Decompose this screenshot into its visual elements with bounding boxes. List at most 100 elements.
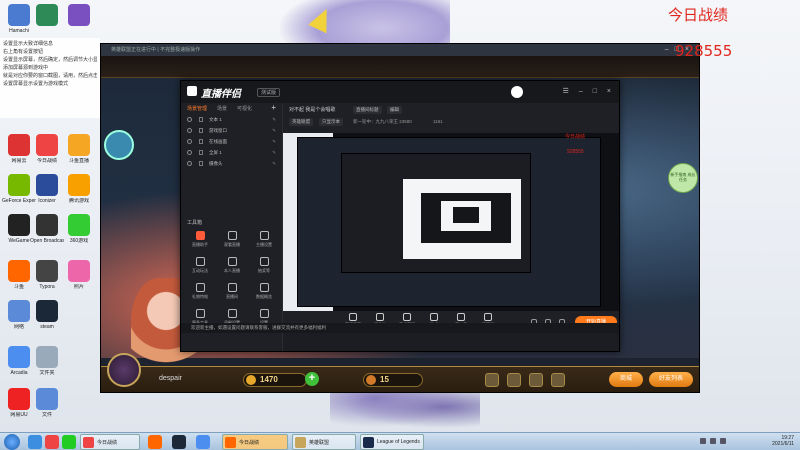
- lock-icon[interactable]: [199, 128, 203, 133]
- tool-button[interactable]: 观看直播: [217, 231, 247, 255]
- tool-icon: [349, 313, 357, 321]
- desktop-icon[interactable]: steam: [30, 300, 64, 330]
- desktop-icon[interactable]: Open Broadcaster: [30, 214, 64, 244]
- desktop-icon[interactable]: 今日战绩: [30, 134, 64, 164]
- tool-button[interactable]: 本人直播: [217, 257, 247, 281]
- volume-icon[interactable]: [720, 438, 726, 444]
- tool-button[interactable]: 直播间: [217, 283, 247, 307]
- chat-icon[interactable]: [62, 435, 76, 449]
- desktop-icon[interactable]: [30, 4, 64, 28]
- start-button[interactable]: [4, 434, 20, 450]
- steam-icon[interactable]: [172, 435, 186, 449]
- edit-icon[interactable]: ✎: [272, 128, 276, 134]
- visibility-tag[interactable]: 只显示本: [319, 118, 343, 126]
- desktop-icon-label: 360游戏: [69, 238, 89, 244]
- desktop-icon[interactable]: [62, 4, 96, 28]
- edit-icon[interactable]: ✎: [272, 139, 276, 145]
- source-row[interactable]: 在线画面 ✎: [181, 137, 282, 148]
- tool-icon: [259, 257, 269, 266]
- friend-avatar[interactable]: [104, 130, 134, 160]
- browser-icon[interactable]: [28, 435, 42, 449]
- player-avatar[interactable]: [107, 353, 141, 387]
- tray-clock[interactable]: 19:27 2021/6/11: [772, 435, 794, 447]
- friends-button[interactable]: 好友列表: [649, 372, 693, 387]
- tool-icon: [227, 309, 237, 318]
- tool-button[interactable]: 礼物特效: [185, 283, 215, 307]
- taskbar-task[interactable]: League of Legends: [360, 434, 424, 450]
- app-icon: [36, 214, 58, 236]
- tool-button[interactable]: 数据概览: [249, 283, 279, 307]
- shop-button[interactable]: 商城: [609, 372, 643, 387]
- tool-icon: [195, 257, 205, 266]
- douyu-icon[interactable]: [148, 435, 162, 449]
- tool-button[interactable]: 直播助手: [185, 231, 215, 255]
- taskbar: 今日战绩 今日战绩 英雄联盟 League of Legends 19:27 2021…: [0, 432, 800, 450]
- tab-scenes[interactable]: 场景管理: [187, 105, 207, 112]
- eye-icon[interactable]: [187, 150, 192, 155]
- beta-badge: 测试版: [257, 88, 281, 97]
- store-icon[interactable]: [485, 373, 499, 387]
- tool-button[interactable]: 抽奖等: [249, 257, 279, 281]
- app-icon[interactable]: [45, 435, 59, 449]
- desktop-icon[interactable]: 斗鱼直播: [62, 134, 96, 164]
- network-icon[interactable]: [710, 438, 716, 444]
- eye-icon[interactable]: [187, 128, 192, 133]
- room-title-tag[interactable]: 直播间标题: [353, 106, 382, 114]
- add-currency-button[interactable]: +: [305, 372, 319, 386]
- tab-scene2[interactable]: 场景: [217, 105, 227, 112]
- taskbar-task[interactable]: 英雄联盟: [292, 434, 356, 450]
- edit-icon[interactable]: ✎: [272, 117, 276, 123]
- today-record-count: 928555: [675, 42, 733, 60]
- desktop-icon[interactable]: 文件夹: [30, 346, 64, 376]
- source-name: 文本 1: [209, 117, 222, 122]
- tool-button[interactable]: 主播设置: [249, 231, 279, 255]
- collection-icon[interactable]: [507, 373, 521, 387]
- user-avatar[interactable]: [511, 86, 523, 98]
- lock-icon[interactable]: [199, 161, 203, 166]
- loot-icon[interactable]: [529, 373, 543, 387]
- notice-line: 设置显示大致详细信息: [3, 41, 54, 47]
- desktop-icon[interactable]: 文件: [30, 388, 64, 418]
- desktop-icon[interactable]: 腾讯游戏: [62, 174, 96, 204]
- tool-icon: [430, 313, 438, 321]
- source-row[interactable]: 文本 1 ✎: [181, 115, 282, 126]
- game-titlebar[interactable]: 英雄联盟正在进行中 | 不完整极速版操作 –□×: [101, 44, 699, 56]
- tool-label: 数据概览: [256, 294, 272, 299]
- tool-label: 礼物特效: [192, 294, 208, 299]
- eye-icon[interactable]: [187, 161, 192, 166]
- stream-companion-window[interactable]: 直播伴侣 测试版 ☰ – □ × 场景管理 场景 可视化 + 文本 1 ✎ 游戏窗口…: [180, 80, 620, 352]
- app-icon: [8, 174, 30, 196]
- lock-icon[interactable]: [199, 117, 203, 122]
- tool-button[interactable]: 互动玩法: [185, 257, 215, 281]
- stream-header[interactable]: 直播伴侣 测试版 ☰ – □ ×: [181, 81, 619, 103]
- lock-icon[interactable]: [199, 139, 203, 144]
- player-name: despair: [159, 375, 182, 382]
- tray-icon[interactable]: [700, 438, 706, 444]
- edit-icon[interactable]: ✎: [272, 150, 276, 156]
- source-row[interactable]: 摄像头 ✎: [181, 159, 282, 170]
- desktop-icon[interactable]: 360游戏: [62, 214, 96, 244]
- edit-icon[interactable]: ✎: [272, 161, 276, 167]
- play-icon[interactable]: [196, 435, 210, 449]
- tab-layers[interactable]: 可视化: [237, 105, 252, 112]
- stream-info-bar: 对不起 我是个会唱歌 直播间标题 编辑 英雄联盟 只显示本 新一轮中：九九八荣王…: [283, 103, 619, 133]
- eye-icon[interactable]: [187, 139, 192, 144]
- taskbar-task[interactable]: 今日战绩: [222, 434, 288, 450]
- eye-icon[interactable]: [187, 117, 192, 122]
- add-source-button[interactable]: +: [271, 103, 276, 112]
- desktop-icon[interactable]: Typora: [30, 260, 64, 290]
- settings-icon[interactable]: [551, 373, 565, 387]
- taskbar-task[interactable]: 今日战绩: [80, 434, 140, 450]
- window-controls[interactable]: ☰ – □ ×: [563, 87, 615, 95]
- source-row[interactable]: 全屏 1 ✎: [181, 148, 282, 159]
- tool-icon: [227, 257, 237, 266]
- newbie-guide-badge[interactable]: 新手指南 成长任务: [668, 163, 698, 193]
- app-icon: [36, 300, 58, 322]
- lock-icon[interactable]: [199, 150, 203, 155]
- desktop-icon[interactable]: Iconizer: [30, 174, 64, 204]
- desktop-icon[interactable]: 照片: [62, 260, 96, 290]
- tool-label: 抽奖等: [258, 268, 270, 273]
- category-tag[interactable]: 英雄联盟: [289, 118, 313, 126]
- edit-tag[interactable]: 编辑: [387, 106, 402, 114]
- source-row[interactable]: 游戏窗口 ✎: [181, 126, 282, 137]
